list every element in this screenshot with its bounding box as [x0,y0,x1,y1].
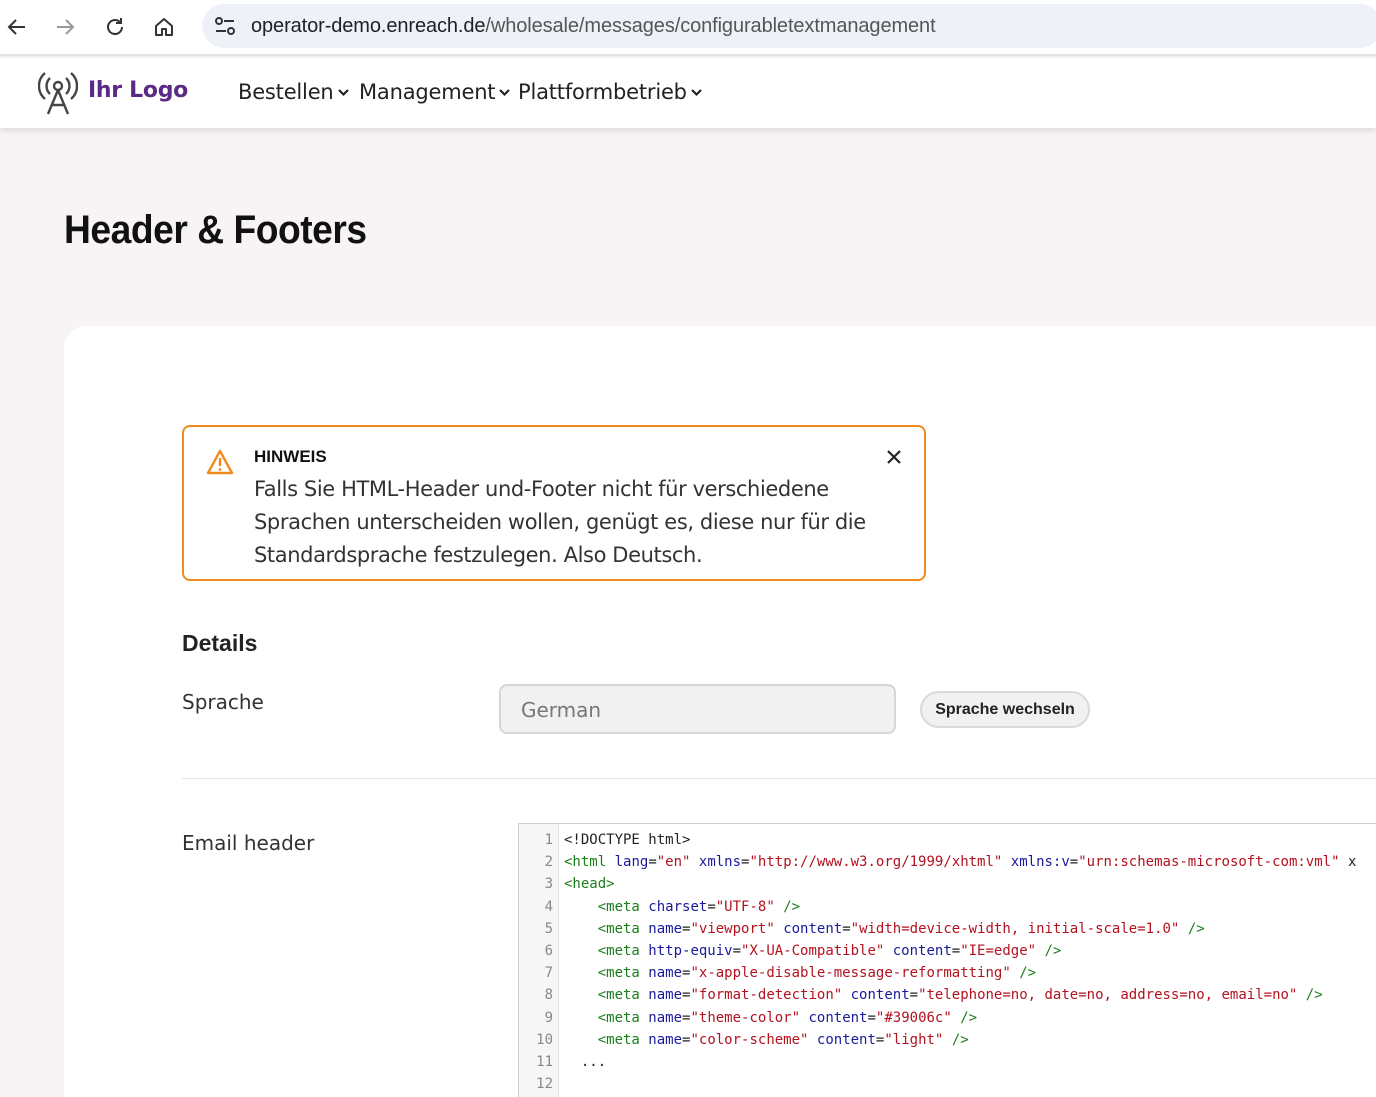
forward-button[interactable] [48,10,82,44]
arrow-right-icon [57,19,75,35]
line-number: 10 [536,1031,553,1048]
switch-language-button[interactable]: Sprache wechseln [920,691,1090,728]
line-number: 12 [536,1076,553,1093]
email-header-label: Email header [182,831,315,855]
home-icon [155,18,173,36]
line-number: 8 [544,987,553,1004]
menu-label: Plattformbetrieb [518,80,687,104]
line-number: 9 [544,1009,553,1026]
details-title: Details [182,630,258,656]
line-number: 7 [544,965,553,982]
code-text: <meta http-equiv="X-UA-Compatible" conte… [597,943,1062,959]
code-text: <meta name="viewport" content="width=dev… [597,920,1205,937]
notice-box: HINWEIS Falls Sie HTML-Header und-Footer… [182,425,926,581]
url-text: operator-demo.enreach.de/wholesale/messa… [251,15,936,38]
menu-bestellen[interactable]: Bestellen [238,80,349,104]
antenna-icon[interactable] [38,68,78,116]
chevron-down-icon [691,88,702,96]
url-path: /wholesale/messages/configurabletextmana… [485,15,936,37]
code-text: <meta name="color-scheme" content="light… [597,1031,969,1048]
warning-triangle-icon [206,449,234,475]
reload-icon [107,18,123,35]
code-text: <meta charset="UTF-8" /> [597,898,801,915]
line-number: 5 [544,920,553,937]
language-label: Sprache [182,690,264,714]
code-text: <meta name="format-detection" content="t… [597,987,1323,1004]
code-text: <meta name="x-apple-disable-message-refo… [597,965,1037,982]
code-text: ... [564,1054,607,1070]
code-text: <meta name="theme-color" content="#39006… [597,1009,978,1026]
divider [182,778,1376,779]
language-field[interactable]: German [499,684,896,734]
address-bar[interactable]: operator-demo.enreach.de/wholesale/messa… [202,4,1376,48]
code-text: <html lang="en" xmlns="http://www.w3.org… [564,854,1357,871]
email-header-editor[interactable]: 1 <!DOCTYPE html> 2 <html lang="en" xmlns="… [518,823,1376,1097]
logo-text[interactable]: Ihr Logo [88,78,188,103]
chevron-down-icon [337,88,349,96]
menu-label: Bestellen [238,80,334,104]
back-button[interactable] [0,10,34,44]
code-text: <!DOCTYPE html> [564,832,691,848]
notice-body: Falls Sie HTML-Header und-Footer nicht f… [254,477,866,567]
menu-management[interactable]: Management [359,80,511,104]
line-number: 4 [544,898,553,915]
line-number: 1 [544,832,553,848]
page-title: Header & Footers [64,208,367,252]
arrow-left-icon [7,19,25,35]
reload-button[interactable] [98,10,132,44]
line-number: 6 [544,943,553,959]
tune-icon[interactable] [212,14,238,38]
line-number: 2 [544,854,553,871]
menu-label: Management [359,80,496,104]
url-host: operator-demo.enreach.de [251,15,486,37]
close-icon[interactable] [884,447,904,467]
line-number: 11 [536,1054,553,1070]
notice-title: HINWEIS [254,447,327,466]
app-header: Ihr Logo Bestellen Management Plattformb… [0,58,1376,128]
line-number: 3 [544,876,553,893]
chevron-down-icon [499,88,511,96]
browser-toolbar: operator-demo.enreach.de/wholesale/messa… [0,0,1376,56]
home-button[interactable] [147,10,181,44]
code-text: <head> [564,876,615,893]
menu-plattformbetrieb[interactable]: Plattformbetrieb [518,80,702,104]
